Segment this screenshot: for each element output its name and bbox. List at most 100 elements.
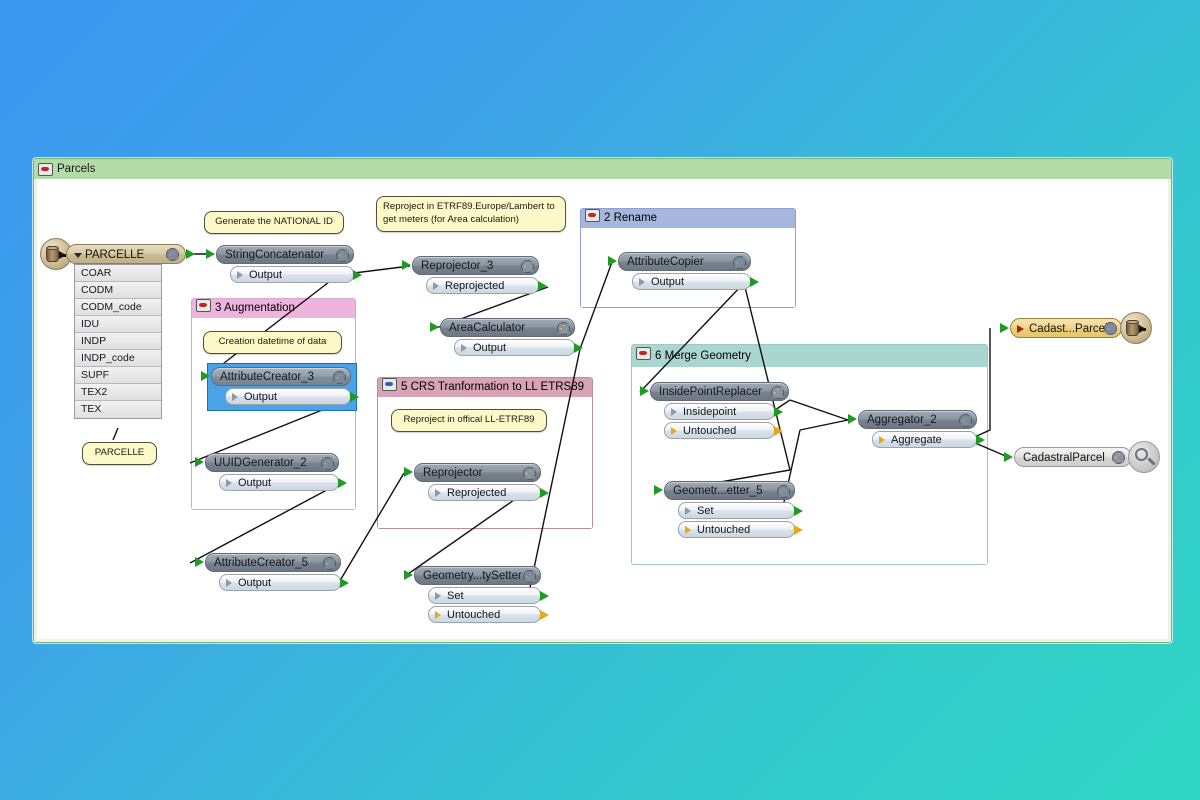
transformer-aggregator-2[interactable]: Aggregator_2 Aggregate	[858, 410, 985, 448]
input-arrow-reprojector	[404, 467, 413, 477]
attribute-row[interactable]: TEX	[75, 401, 161, 418]
attribute-row[interactable]: COAR	[75, 265, 161, 282]
reader-attribute-list[interactable]: COAR CODM CODM_code IDU INDP INDP_code SUPF TEX…	[74, 264, 162, 419]
transformer-attribute-creator-5[interactable]: AttributeCreator_5 Output	[205, 553, 349, 591]
port-output[interactable]: Output	[632, 273, 759, 290]
port-set-arrow	[540, 591, 549, 601]
port-aggregate[interactable]: Aggregate	[872, 431, 985, 448]
port-output-arrow	[353, 270, 362, 280]
port-untouched[interactable]: Untouched	[428, 606, 549, 623]
gear-icon[interactable]	[959, 414, 972, 427]
port-output[interactable]: Output	[230, 266, 362, 283]
gear-icon[interactable]	[323, 557, 336, 570]
input-arrow-reprojector-3	[402, 260, 411, 270]
note-creation-datetime[interactable]: Creation datetime of data	[203, 331, 342, 354]
transformer-reprojector-3[interactable]: Reprojector_3 Reprojected	[412, 256, 547, 294]
transformer-geometry-property-setter-title[interactable]: Geometry...tySetter	[414, 566, 541, 585]
port-output[interactable]: Output	[219, 574, 349, 591]
attribute-row[interactable]: CODM_code	[75, 299, 161, 316]
input-arrow-attribute-creator-3	[201, 371, 210, 381]
port-set[interactable]: Set	[428, 587, 549, 604]
transformer-area-calculator[interactable]: AreaCalculator Output	[440, 318, 583, 356]
port-output-arrow	[340, 578, 349, 588]
gear-icon[interactable]	[166, 248, 179, 261]
port-untouched[interactable]: Untouched	[678, 521, 803, 538]
attribute-row[interactable]: CODM	[75, 282, 161, 299]
bookmark-2-rename-header[interactable]: 2 Rename	[581, 209, 795, 229]
port-output[interactable]: Output	[454, 339, 583, 356]
input-arrow-writer	[1000, 323, 1009, 333]
workspace-canvas[interactable]: Parcels 2 Rename 3 Augmentation 5 CRS Tr…	[0, 0, 1200, 800]
attribute-row[interactable]: INDP	[75, 333, 161, 350]
transformer-aggregator-2-title[interactable]: Aggregator_2	[858, 410, 977, 429]
attribute-row[interactable]: TEX2	[75, 384, 161, 401]
bookmark-5-crs-transformation[interactable]: 5 CRS Tranformation to LL ETRS89	[377, 377, 593, 529]
note-reproject-official[interactable]: Reproject in offical LL-ETRF89	[391, 409, 547, 432]
inspector-cadastral-parcel[interactable]: CadastralParcel	[1014, 447, 1132, 467]
transformer-attribute-creator-5-title[interactable]: AttributeCreator_5	[205, 553, 341, 572]
bookmark-3-augmentation-header[interactable]: 3 Augmentation	[192, 299, 355, 319]
port-output[interactable]: Output	[219, 474, 347, 491]
gear-icon-gold[interactable]	[1112, 451, 1125, 464]
port-reprojected[interactable]: Reprojected	[428, 484, 549, 501]
bookmark-6-merge-geometry-header[interactable]: 6 Merge Geometry	[632, 345, 987, 368]
gear-icon[interactable]	[777, 485, 790, 498]
bookmark-parcels-header[interactable]: Parcels	[34, 159, 1171, 180]
port-triangle-icon	[232, 393, 238, 401]
bookmark-5-crs-transformation-header[interactable]: 5 CRS Tranformation to LL ETRS89	[378, 378, 592, 398]
transformer-geometry-setter-5[interactable]: Geometr...etter_5 Set Untouched	[664, 481, 803, 538]
port-reprojected[interactable]: Reprojected	[426, 277, 547, 294]
transformer-area-calculator-title[interactable]: AreaCalculator	[440, 318, 575, 337]
database-cylinder-icon	[1126, 320, 1139, 336]
port-reprojected-arrow	[540, 488, 549, 498]
transformer-attribute-creator-3[interactable]: AttributeCreator_3 Output	[211, 367, 359, 405]
port-aggregate-label: Aggregate	[891, 434, 942, 446]
attribute-row[interactable]: IDU	[75, 316, 161, 333]
chevron-down-icon[interactable]	[74, 253, 82, 258]
reader-parcelle[interactable]: PARCELLE	[66, 244, 186, 264]
gear-icon[interactable]	[333, 371, 346, 384]
port-untouched[interactable]: Untouched	[664, 422, 783, 439]
transformer-geometry-property-setter[interactable]: Geometry...tySetter Set Untouched	[414, 566, 549, 623]
transformer-attribute-copier[interactable]: AttributeCopier Output	[618, 252, 759, 290]
gear-icon-gold[interactable]	[523, 467, 536, 480]
attribute-row[interactable]: SUPF	[75, 367, 161, 384]
transformer-string-concatenator[interactable]: StringConcatenator Output	[216, 245, 362, 283]
port-insidepoint[interactable]: Insidepoint	[664, 403, 783, 420]
gear-icon-gold[interactable]	[557, 322, 570, 335]
writer-database-icon	[1120, 312, 1152, 344]
transformer-string-concatenator-title[interactable]: StringConcatenator	[216, 245, 354, 264]
transformer-reprojector[interactable]: Reprojector Reprojected	[414, 463, 549, 501]
transformer-geometry-setter-5-title[interactable]: Geometr...etter_5	[664, 481, 795, 500]
gear-icon[interactable]	[523, 570, 536, 583]
port-output[interactable]: Output	[225, 388, 359, 405]
port-aggregate-arrow	[976, 435, 985, 445]
port-triangle-icon	[226, 479, 232, 487]
transformer-inside-point-replacer[interactable]: InsidePointReplacer Insidepoint Untouche…	[650, 382, 789, 439]
port-set[interactable]: Set	[678, 502, 803, 519]
transformer-uuid-generator-2[interactable]: UUIDGenerator_2 Output	[205, 453, 347, 491]
port-triangle-icon	[685, 507, 691, 515]
input-arrow-inspector	[1004, 452, 1013, 462]
transformer-attribute-copier-title[interactable]: AttributeCopier	[618, 252, 751, 271]
transformer-inside-point-replacer-title[interactable]: InsidePointReplacer	[650, 382, 789, 401]
gear-icon[interactable]	[733, 256, 746, 269]
gear-icon[interactable]	[1104, 322, 1117, 335]
transformer-reprojector-title[interactable]: Reprojector	[414, 463, 541, 482]
gear-icon[interactable]	[336, 249, 349, 262]
note-reproject-official-text: Reproject in offical LL-ETRF89	[403, 414, 535, 425]
gear-icon[interactable]	[321, 457, 334, 470]
gear-icon-gold[interactable]	[521, 260, 534, 273]
note-national-id[interactable]: Generate the NATIONAL ID	[204, 211, 344, 234]
note-reproject-lambert[interactable]: Reproject in ETRF89.Europe/Lambert to ge…	[376, 196, 566, 232]
writer-cadastral-parcel[interactable]: Cadast...Parcel	[1010, 318, 1122, 338]
transformer-uuid-generator-2-title[interactable]: UUIDGenerator_2	[205, 453, 339, 472]
transformer-attribute-creator-3-title[interactable]: AttributeCreator_3	[211, 367, 351, 386]
input-arrow-aggregator-2	[848, 414, 857, 424]
transformer-reprojector-3-title[interactable]: Reprojector_3	[412, 256, 539, 275]
attribute-row[interactable]: INDP_code	[75, 350, 161, 367]
gear-icon-gold[interactable]	[771, 386, 784, 399]
port-untouched-arrow	[794, 525, 803, 535]
bookmark-icon	[585, 209, 600, 222]
note-parcelle-feature-type[interactable]: PARCELLE	[82, 442, 157, 465]
